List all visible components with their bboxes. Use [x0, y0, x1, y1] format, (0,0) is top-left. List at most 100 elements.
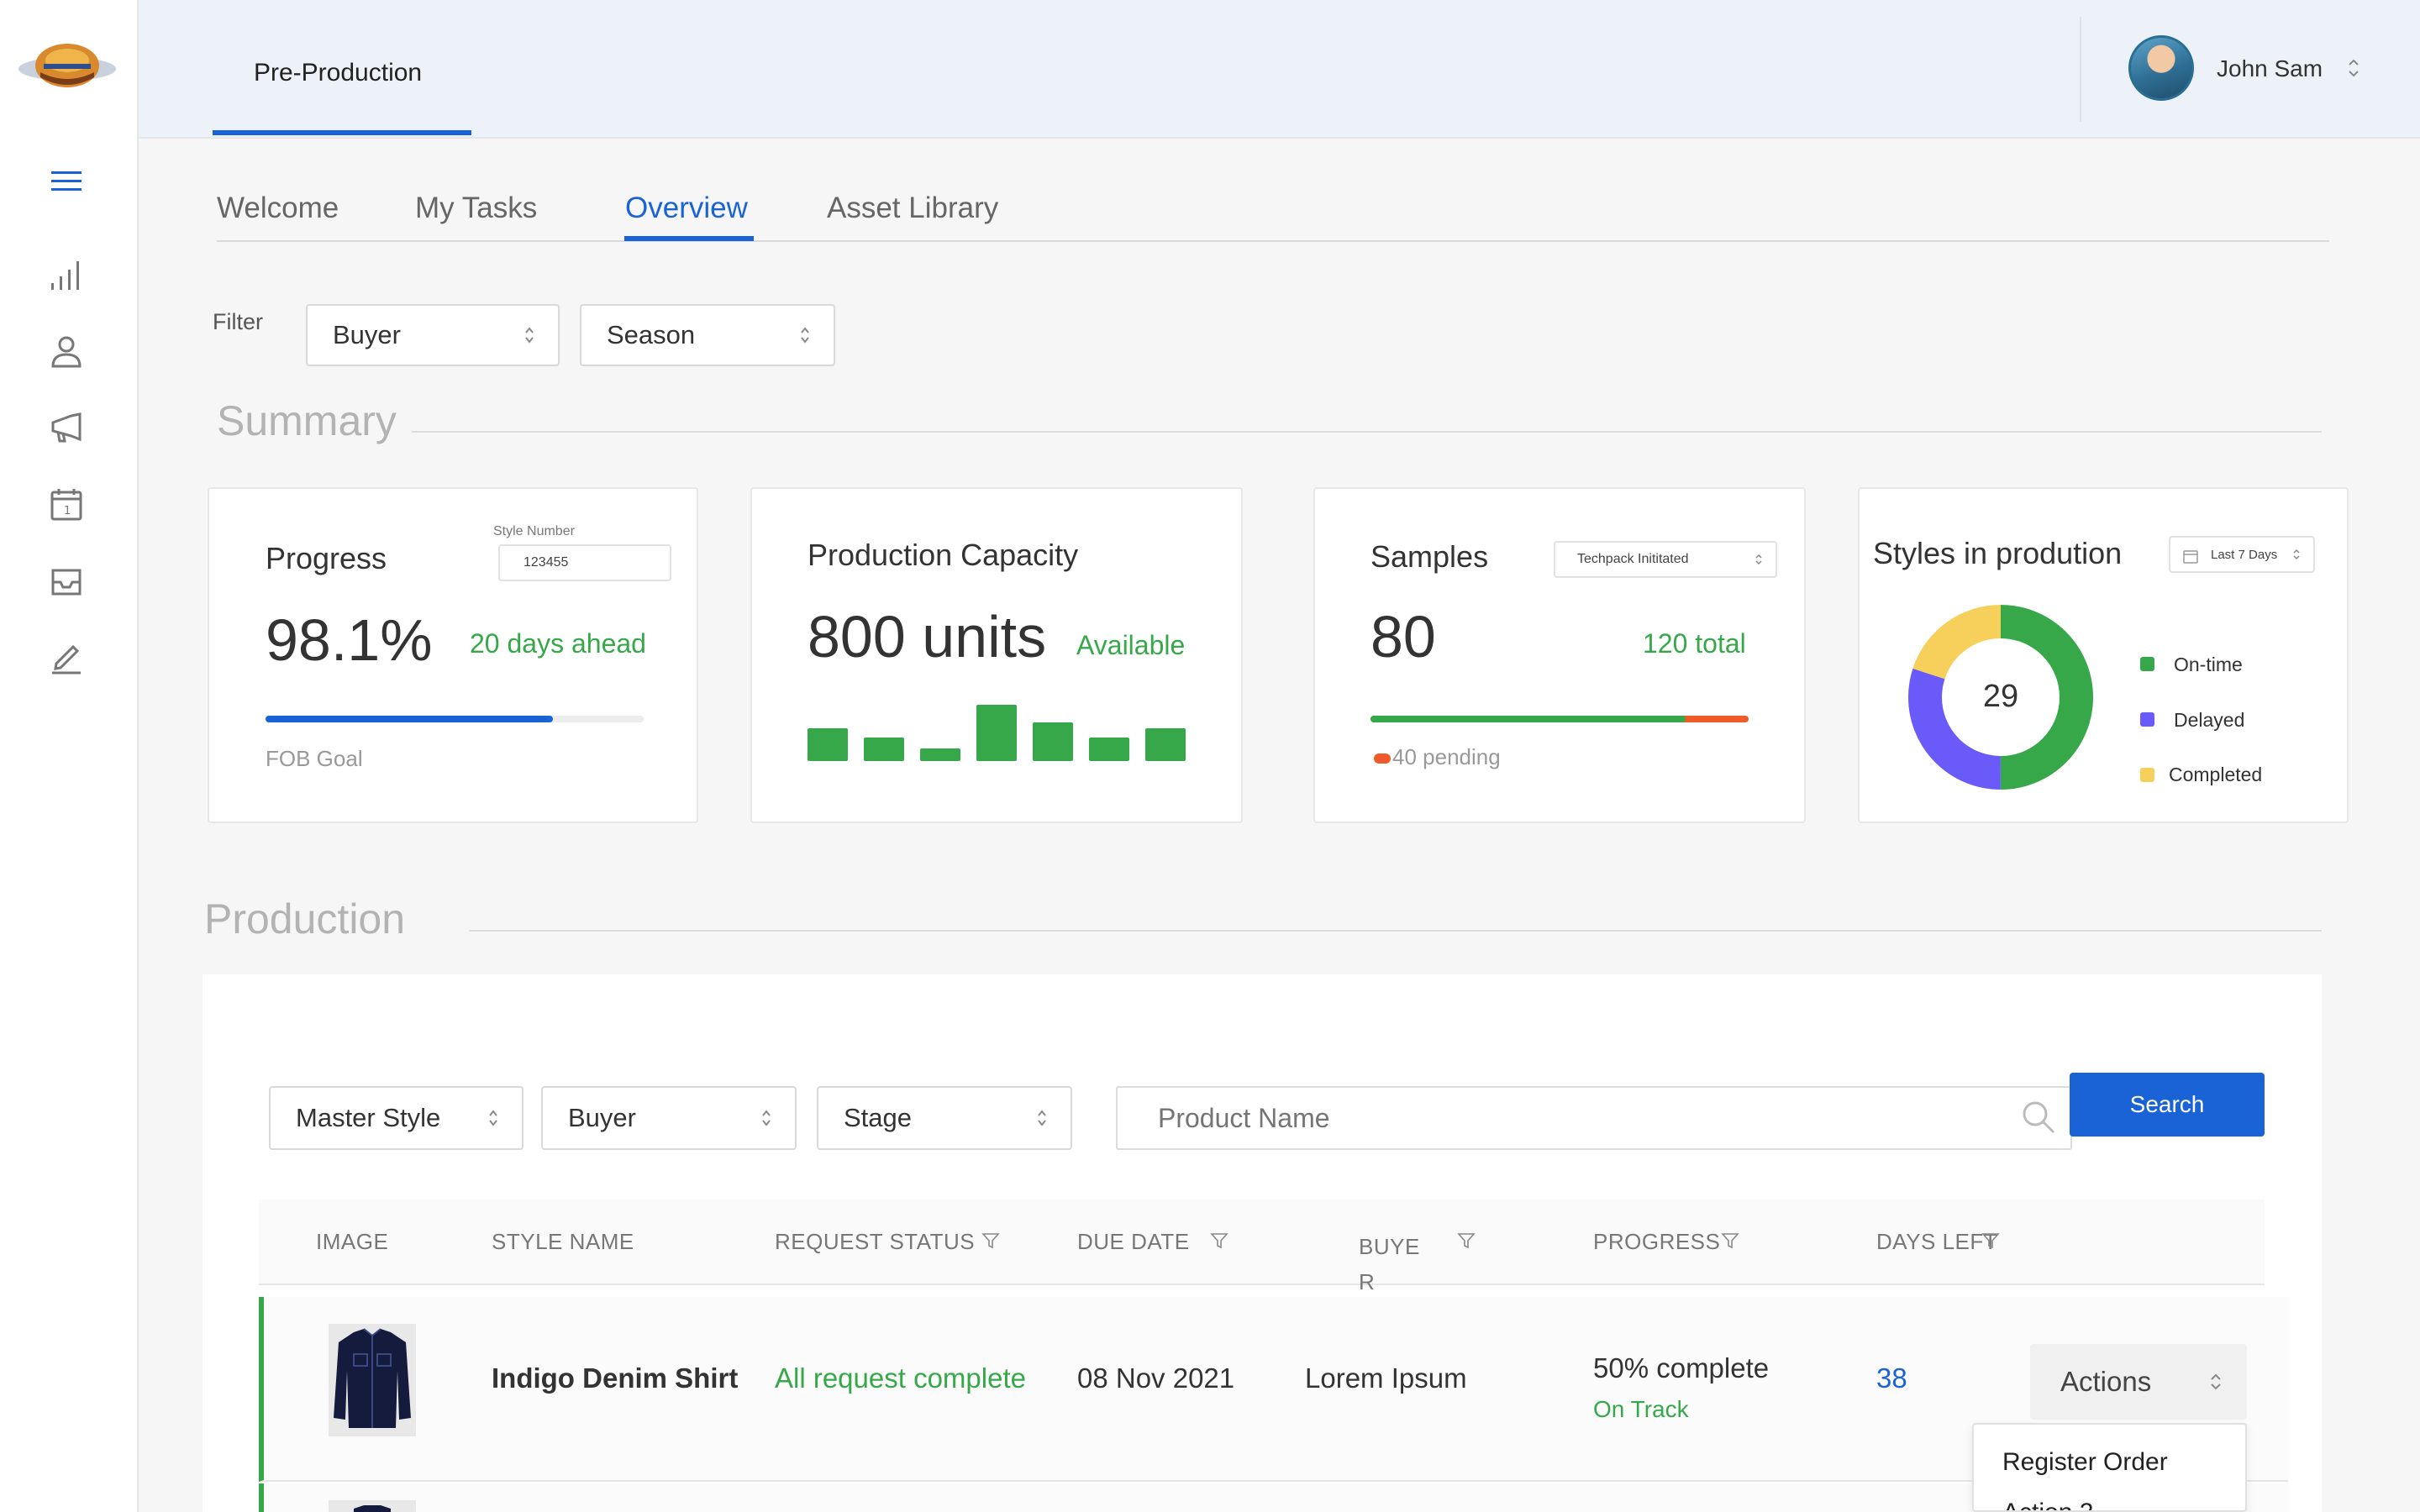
- summary-divider: [412, 431, 2322, 433]
- capacity-bar: [1089, 738, 1129, 761]
- tab-asset-library[interactable]: Asset Library: [827, 192, 998, 225]
- legend-completed: Completed: [2169, 764, 2263, 785]
- legend-delayed: Delayed: [2174, 709, 2245, 731]
- chart-icon[interactable]: [48, 256, 85, 293]
- actions-label: Actions: [2060, 1366, 2152, 1397]
- style-number-field[interactable]: 123455: [498, 544, 671, 581]
- request-status: All request complete: [775, 1362, 1026, 1394]
- column-image: IMAGE: [316, 1229, 389, 1254]
- buyer-filter-value: Buyer: [333, 320, 401, 349]
- shirt-image: [354, 1505, 391, 1512]
- chevron-updown-icon: [525, 327, 534, 344]
- tab-pre-production[interactable]: Pre-Production: [254, 59, 422, 87]
- divider: [2080, 17, 2081, 122]
- capacity-bar: [976, 705, 1017, 761]
- avatar[interactable]: [2128, 35, 2194, 101]
- progress-status: On Track: [1593, 1396, 1689, 1422]
- user-name[interactable]: John Sam: [2217, 55, 2323, 82]
- active-tab-indicator: [213, 130, 471, 135]
- brand-logo[interactable]: [15, 35, 119, 99]
- megaphone-icon[interactable]: [48, 409, 85, 446]
- filter-icon[interactable]: [1721, 1231, 1739, 1250]
- sidebar: 1: [0, 0, 139, 1512]
- legend-swatch-delayed: [2140, 712, 2154, 727]
- filter-icon[interactable]: [1210, 1231, 1228, 1250]
- progress-card: Progress Style Number 123455 98.1% 20 da…: [208, 487, 698, 823]
- filter-icon[interactable]: [981, 1231, 1000, 1250]
- chevron-updown-icon: [2293, 549, 2300, 560]
- column-progress[interactable]: PROGRESS: [1593, 1229, 1720, 1255]
- samples-bar-fill: [1370, 716, 1686, 722]
- menu-item-register-order[interactable]: Register Order: [2002, 1448, 2168, 1477]
- menu-item-action-2[interactable]: Action 2: [2002, 1499, 2093, 1510]
- samples-total: 120 total: [1643, 628, 1746, 659]
- styles-range-select[interactable]: Last 7 Days: [2169, 536, 2315, 573]
- user-icon[interactable]: [48, 333, 85, 370]
- product-search-input[interactable]: [1116, 1086, 2072, 1150]
- season-filter-select[interactable]: Season: [580, 304, 835, 366]
- style-number-value: 123455: [523, 555, 569, 570]
- tab-welcome[interactable]: Welcome: [217, 192, 339, 225]
- style-name[interactable]: Indigo Denim Shirt: [492, 1362, 738, 1394]
- buyer-filter-select[interactable]: Buyer: [306, 304, 560, 366]
- active-tab-indicator: [624, 236, 754, 241]
- calendar-icon: [2183, 550, 2198, 564]
- samples-title: Samples: [1370, 539, 1489, 574]
- progress-text: 50% complete: [1593, 1352, 1770, 1383]
- edit-icon[interactable]: [48, 638, 85, 675]
- chevron-updown-icon: [762, 1110, 771, 1126]
- tab-my-tasks[interactable]: My Tasks: [415, 192, 537, 225]
- legend-swatch-ontime: [2140, 657, 2154, 671]
- actions-select[interactable]: Actions: [2030, 1344, 2247, 1420]
- master-style-value: Master Style: [296, 1103, 441, 1132]
- calendar-icon[interactable]: 1: [48, 486, 85, 522]
- capacity-status: Available: [1076, 630, 1186, 660]
- samples-value: 80: [1370, 604, 1436, 669]
- chevron-updown-icon[interactable]: [2345, 55, 2362, 81]
- capacity-bar: [1033, 722, 1073, 761]
- filter-label: Filter: [213, 309, 263, 334]
- buyer-name: Lorem Ipsum: [1305, 1362, 1467, 1394]
- master-style-select[interactable]: Master Style: [269, 1086, 523, 1150]
- stage-value: Stage: [844, 1103, 913, 1132]
- summary-title: Summary: [217, 397, 397, 444]
- column-style-name[interactable]: STYLE NAME: [492, 1229, 634, 1255]
- legend-swatch-completed: [2140, 768, 2154, 782]
- stage-select[interactable]: Stage: [817, 1086, 1072, 1150]
- chevron-updown-icon: [1038, 1110, 1046, 1126]
- search-button[interactable]: Search: [2070, 1073, 2265, 1137]
- column-due-date[interactable]: DUE DATE: [1077, 1229, 1190, 1255]
- product-thumbnail[interactable]: [329, 1500, 416, 1512]
- tab-overview[interactable]: Overview: [625, 192, 748, 225]
- product-thumbnail[interactable]: [329, 1324, 416, 1436]
- season-filter-value: Season: [607, 320, 696, 349]
- chevron-updown-icon: [1755, 554, 1762, 565]
- menu-icon[interactable]: [48, 163, 85, 200]
- due-date: 08 Nov 2021: [1077, 1362, 1235, 1394]
- samples-stage-select[interactable]: Techpack Inititated: [1554, 541, 1777, 578]
- capacity-bar: [1145, 728, 1186, 761]
- chevron-updown-icon: [489, 1110, 497, 1126]
- filter-icon[interactable]: [1981, 1231, 2000, 1250]
- progress-title: Progress: [266, 541, 387, 575]
- capacity-card: Production Capacity 800 units Available: [750, 487, 1243, 823]
- capacity-bar: [864, 738, 904, 761]
- samples-card: Samples Techpack Inititated 80 120 total…: [1313, 487, 1806, 823]
- production-buyer-select[interactable]: Buyer: [541, 1086, 797, 1150]
- days-left[interactable]: 38: [1876, 1362, 1907, 1394]
- capacity-bar-chart: [808, 702, 1186, 761]
- progress-value: 98.1%: [266, 607, 433, 673]
- pending-dot: [1374, 753, 1391, 764]
- column-buyer[interactable]: BUYE R: [1359, 1229, 1426, 1299]
- search-icon[interactable]: [2020, 1099, 2057, 1136]
- donut-center-value: 29: [1982, 679, 2019, 714]
- filter-icon[interactable]: [1457, 1231, 1476, 1250]
- capacity-title: Production Capacity: [808, 538, 1079, 572]
- column-request-status[interactable]: REQUEST STATUS: [775, 1229, 975, 1255]
- shirt-image: [334, 1328, 411, 1428]
- inbox-icon[interactable]: [48, 562, 85, 599]
- chevron-updown-icon: [801, 327, 809, 344]
- samples-pending: 40 pending: [1392, 744, 1501, 769]
- column-days-left[interactable]: DAYS LEFT: [1876, 1229, 1997, 1255]
- tabs-divider: [217, 240, 2329, 242]
